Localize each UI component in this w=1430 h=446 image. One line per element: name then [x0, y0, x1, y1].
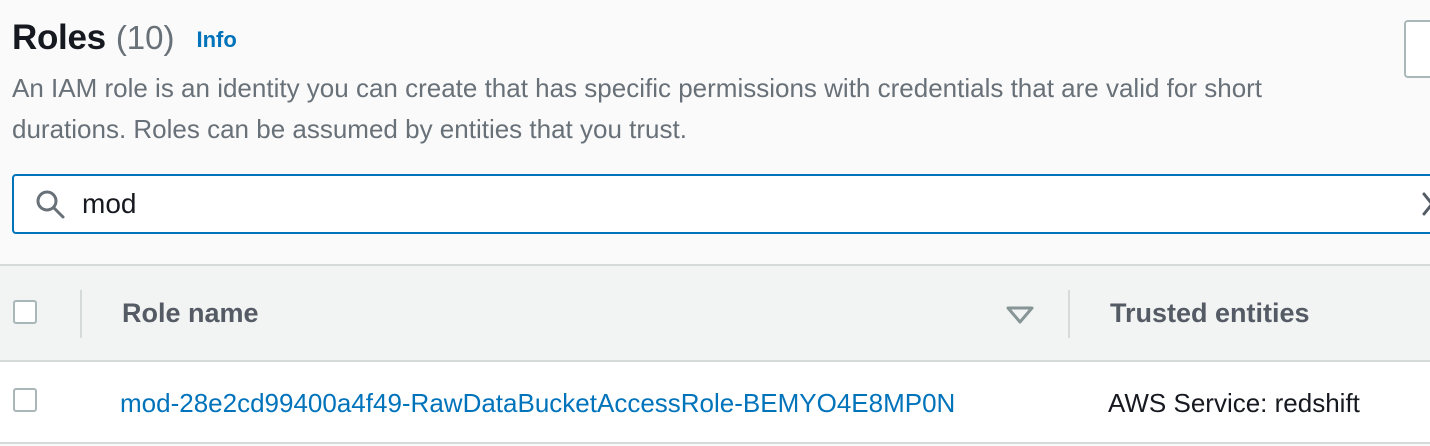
- column-header-trusted-entities[interactable]: Trusted entities: [1110, 298, 1310, 329]
- row-select-checkbox[interactable]: [13, 388, 37, 412]
- select-all-checkbox[interactable]: [13, 300, 37, 324]
- title-row: Roles (10) Info: [12, 18, 1392, 66]
- caret-down-icon[interactable]: [1004, 304, 1036, 326]
- iam-roles-page: Roles (10) Info An IAM role is an identi…: [0, 0, 1430, 446]
- column-header-role-name[interactable]: Role name: [122, 298, 259, 329]
- search-input[interactable]: [82, 179, 1362, 229]
- column-divider: [80, 290, 82, 338]
- page-title: Roles: [12, 18, 106, 57]
- table-row: mod-28e2cd99400a4f49-RawDataBucketAccess…: [0, 362, 1430, 444]
- table-header: Role name Trusted entities: [0, 264, 1430, 362]
- role-name-link[interactable]: mod-28e2cd99400a4f49-RawDataBucketAccess…: [120, 388, 955, 419]
- roles-header: Roles (10) Info An IAM role is an identi…: [12, 18, 1392, 150]
- roles-table: Role name Trusted entities mod-28e2cd994…: [0, 264, 1430, 444]
- refresh-button[interactable]: [1404, 20, 1430, 78]
- info-link[interactable]: Info: [197, 27, 237, 53]
- trusted-entities-cell: AWS Service: redshift: [1108, 388, 1360, 418]
- close-icon[interactable]: [1416, 188, 1430, 220]
- page-description: An IAM role is an identity you can creat…: [12, 73, 1263, 144]
- roles-count: (10): [115, 19, 175, 56]
- column-divider[interactable]: [1068, 290, 1070, 338]
- search-icon: [32, 186, 68, 222]
- search-box[interactable]: [12, 174, 1430, 234]
